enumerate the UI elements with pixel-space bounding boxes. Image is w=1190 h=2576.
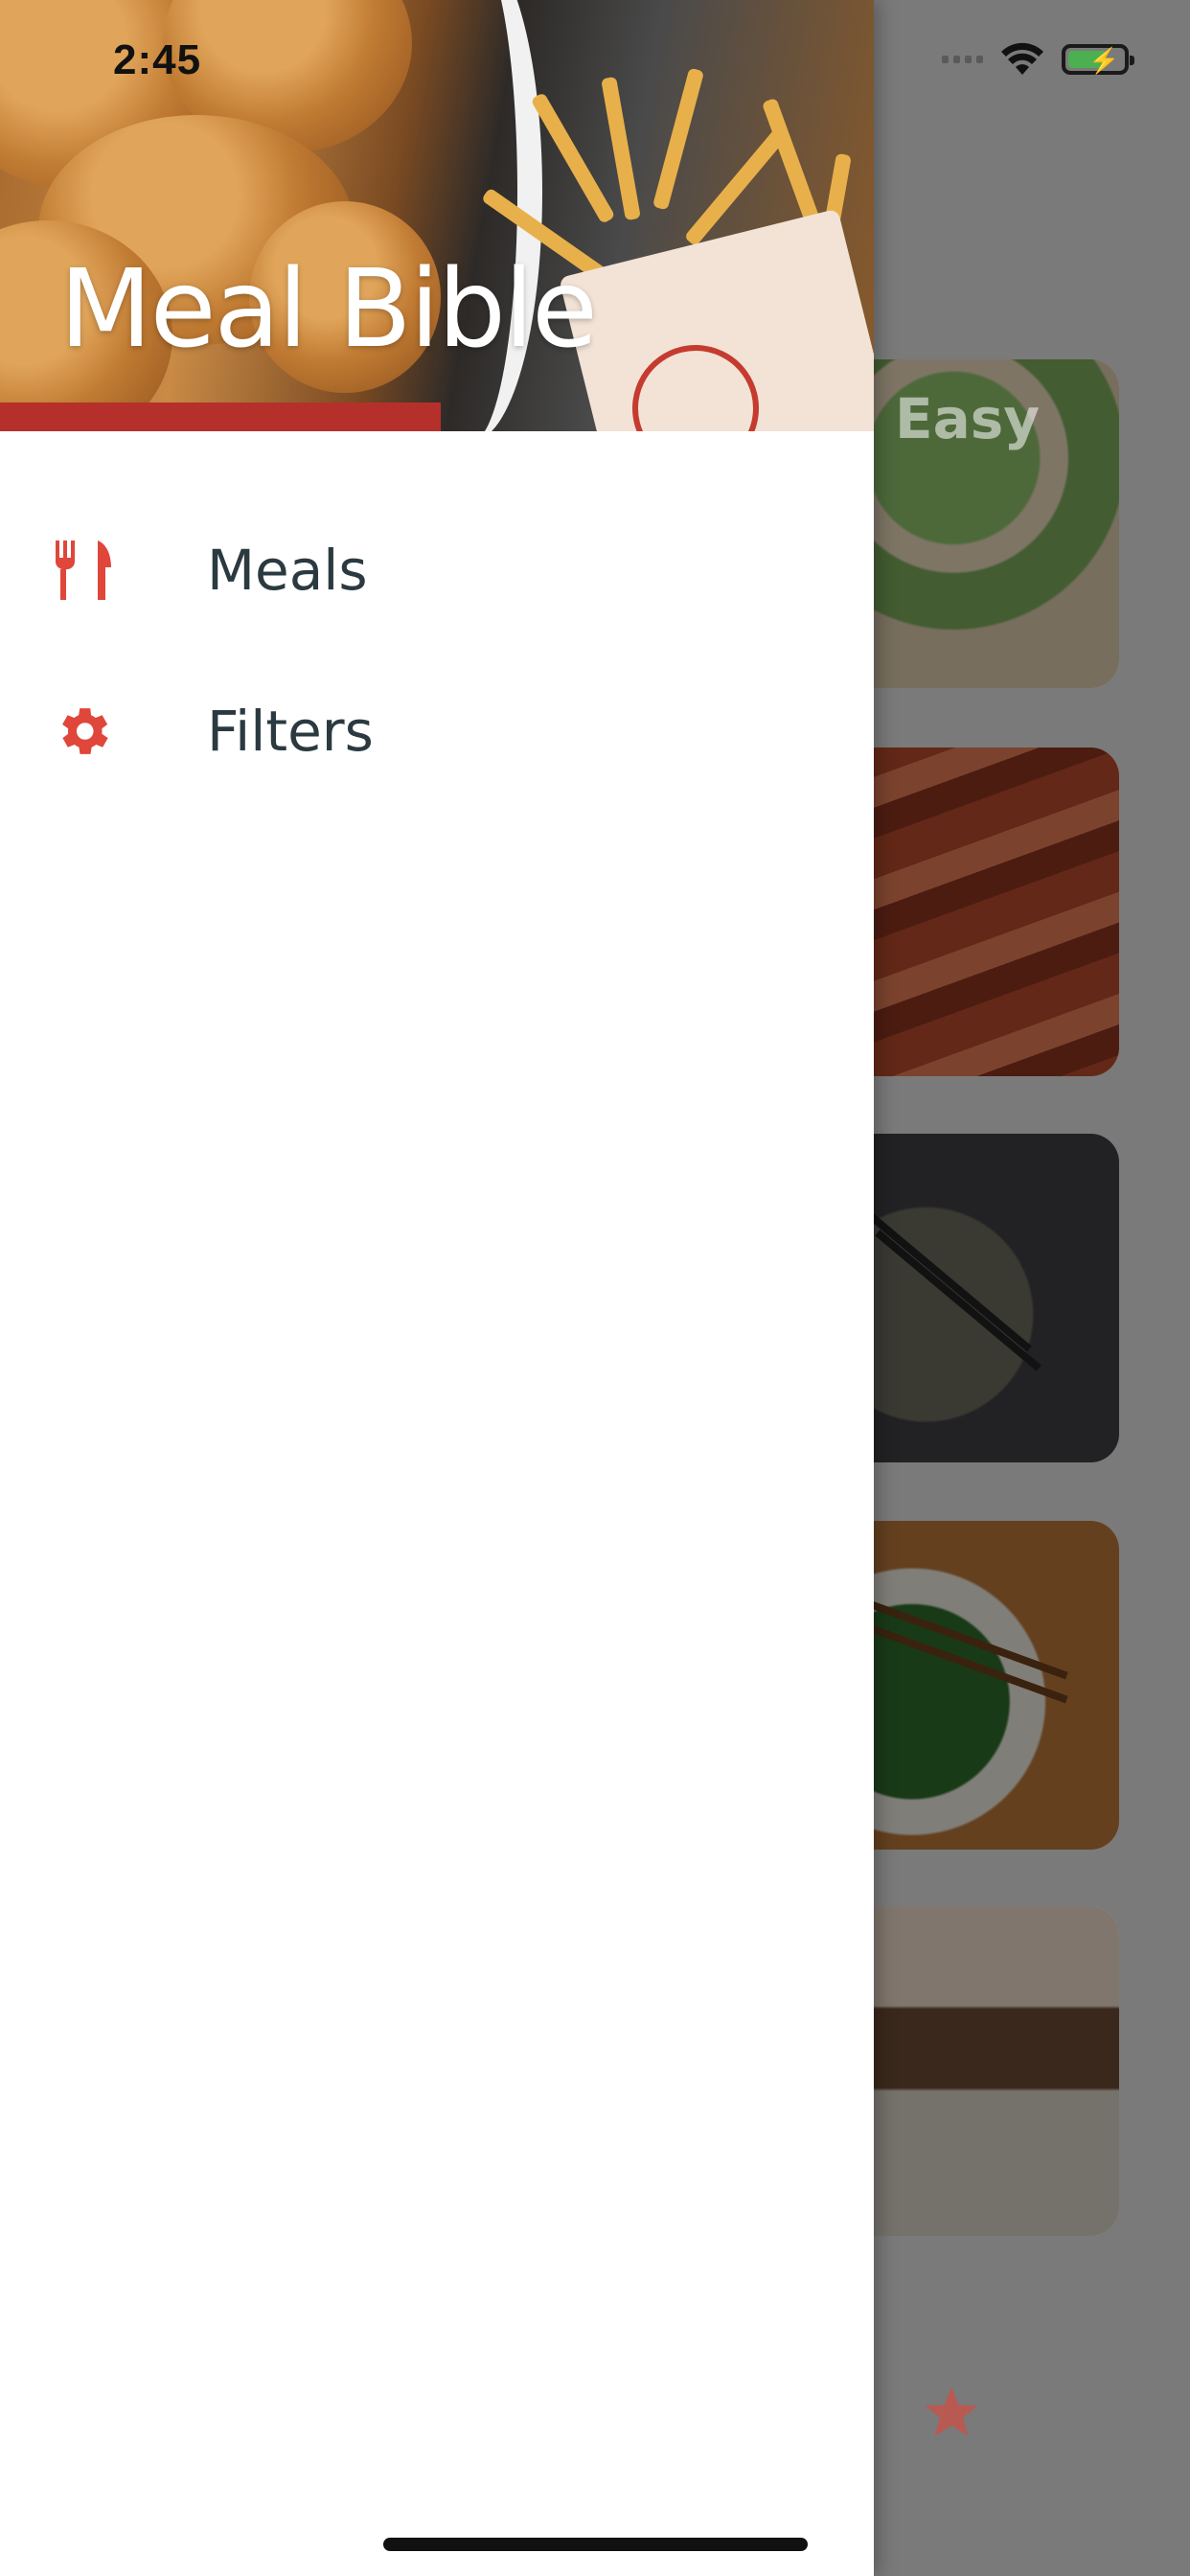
status-time: 2:45 (113, 36, 202, 83)
menu-item-meals[interactable]: Meals (0, 498, 874, 642)
menu-item-label: Meals (207, 538, 368, 603)
menu-item-label: Filters (207, 699, 374, 764)
drawer-header-image: 2:45 Meal Bible (0, 0, 874, 431)
drawer-title: Meal Bible (59, 247, 598, 372)
gear-icon (50, 699, 115, 764)
utensils-icon (50, 538, 115, 603)
home-indicator (383, 2538, 808, 2551)
menu-item-filters[interactable]: Filters (0, 659, 874, 803)
navigation-drawer: 2:45 Meal Bible Meals Filters (0, 0, 874, 2576)
